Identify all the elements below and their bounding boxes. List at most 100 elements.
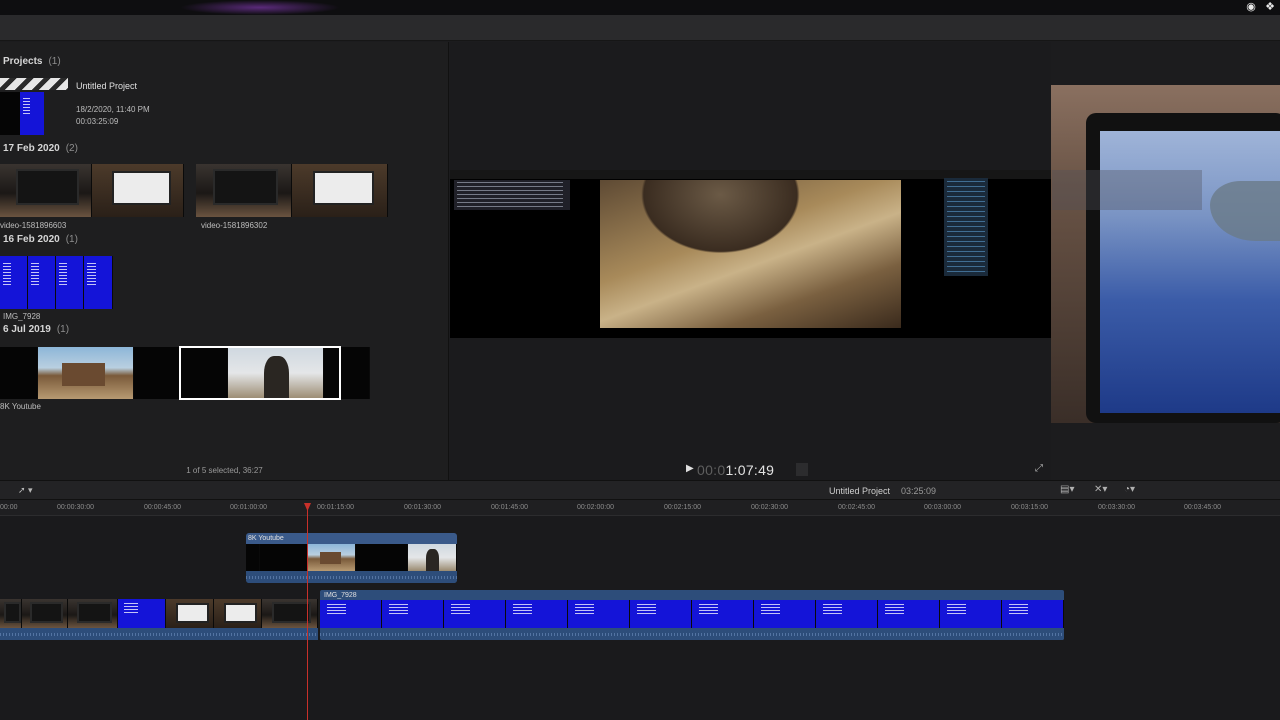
clip-name: video-1581896302 xyxy=(201,221,268,230)
project-thumbnail[interactable] xyxy=(0,78,68,135)
project-frame xyxy=(20,92,44,135)
wagon-wheel-video xyxy=(600,180,901,328)
menu-bar: ◉ ❖ xyxy=(0,0,1280,15)
effects-icon[interactable]: ✕▾ xyxy=(1094,484,1107,495)
clip-filmstrip xyxy=(0,599,318,628)
section-title: 6 Jul 2019 xyxy=(3,324,51,335)
viewer-frame[interactable] xyxy=(450,170,1051,338)
timeline-toolbar: ➚ ▾ Untitled Project 03:25:09 ▤▾ ✕▾ ◔▾ xyxy=(0,480,1280,500)
clip-frame xyxy=(92,164,184,217)
project-date: 18/2/2020, 11:40 PM xyxy=(76,105,150,114)
clip-selection-range[interactable] xyxy=(179,346,341,400)
app-toolbar xyxy=(0,15,1280,41)
clip-filmstrip xyxy=(320,600,1064,628)
clip-frame xyxy=(134,347,180,399)
clip-frame xyxy=(38,347,134,399)
camera-preview-image xyxy=(1051,85,1280,423)
clip-frame xyxy=(118,599,166,628)
clip-filmstrip xyxy=(246,544,457,571)
fullscreen-icon[interactable]: ⤢ xyxy=(1035,463,1043,474)
clip-frame xyxy=(22,599,68,628)
timeline-ruler[interactable]: 00:00 00:00:30:00 00:00:45:00 00:01:00:0… xyxy=(0,500,1280,516)
timecode-value: 1:07:49 xyxy=(725,462,775,478)
project-frame xyxy=(0,92,20,135)
select-tool-icon[interactable]: ➚ ▾ xyxy=(18,485,33,496)
clip-title: IMG_7928 xyxy=(324,592,357,599)
speed-icon[interactable]: ◔▾ xyxy=(1124,484,1135,495)
timecode-display[interactable]: 00:01:07:49 xyxy=(697,462,774,478)
clip-name: 8K Youtube xyxy=(0,402,41,411)
ruler-label: 00:02:15:00 xyxy=(664,504,701,511)
clip-frame xyxy=(382,600,444,628)
project-name: Untitled Project xyxy=(76,81,138,91)
section-header-17-feb[interactable]: 17 Feb 2020 (2) xyxy=(3,143,78,154)
section-header-projects[interactable]: Projects (1) xyxy=(3,56,61,67)
clip-thumbnail-img[interactable] xyxy=(0,256,113,309)
clip-frame xyxy=(56,256,84,309)
ruler-label: 00:03:15:00 xyxy=(1011,504,1048,511)
timeline-project-duration: 03:25:09 xyxy=(901,486,937,496)
section-header-16-feb[interactable]: 16 Feb 2020 (1) xyxy=(3,234,78,245)
viewer xyxy=(450,42,1051,480)
timeline-project-name: Untitled Project xyxy=(829,486,891,496)
menu-bar-glow xyxy=(180,0,340,15)
clip-frame xyxy=(28,256,56,309)
clip-frame xyxy=(356,544,408,571)
section-count: (1) xyxy=(65,234,78,245)
ruler-label: 00:02:30:00 xyxy=(751,504,788,511)
clip-frame xyxy=(1002,600,1064,628)
clip-frame xyxy=(196,164,292,217)
viewer-controls: ▶ 00:01:07:49 ⤢ xyxy=(450,460,1051,480)
clip-frame xyxy=(444,600,506,628)
clip-frame xyxy=(754,600,816,628)
clip-frame xyxy=(630,600,692,628)
primary-clip-video[interactable] xyxy=(0,599,318,640)
clip-frame xyxy=(68,599,118,628)
dropbox-icon[interactable]: ❖ xyxy=(1264,1,1276,13)
ruler-label: 00:03:30:00 xyxy=(1098,504,1135,511)
section-count: (1) xyxy=(56,324,70,335)
play-icon[interactable]: ▶ xyxy=(686,463,694,474)
connected-clip[interactable]: 8K Youtube xyxy=(246,533,457,583)
clapperboard-icon xyxy=(0,78,68,90)
event-browser: Projects (1) Untitled Project 18/2/2020, … xyxy=(0,42,449,480)
clip-frame xyxy=(260,544,308,571)
project-duration: 00:03:25:09 xyxy=(76,117,119,126)
stats-overlay xyxy=(454,180,570,210)
ruler-label: 00:02:00:00 xyxy=(577,504,614,511)
primary-clip-img[interactable]: IMG_7928 xyxy=(320,590,1064,640)
clip-thumbnail-video-b[interactable] xyxy=(196,164,388,217)
ruler-label: 00:01:30:00 xyxy=(404,504,441,511)
clip-frame xyxy=(0,164,92,217)
clip-frame xyxy=(506,600,568,628)
clip-thumbnail-video-a[interactable] xyxy=(0,164,184,217)
section-header-6-jul[interactable]: 6 Jul 2019 (1) xyxy=(3,324,69,335)
clip-title: 8K Youtube xyxy=(248,535,284,542)
audio-meter-icon[interactable] xyxy=(796,463,808,476)
ruler-label: 00:01:15:00 xyxy=(317,504,354,511)
final-cut-window: ◉ ❖ Projects (1) Untitled Project 18/2/20… xyxy=(0,0,1280,720)
record-icon[interactable]: ◉ xyxy=(1245,1,1257,13)
clip-frame xyxy=(940,600,1002,628)
timecode-dim: 00:0 xyxy=(697,462,726,478)
clip-frame xyxy=(308,544,356,571)
clip-frame xyxy=(246,544,260,571)
ruler-label: 00:00 xyxy=(0,504,18,511)
side-stats-panel xyxy=(944,178,988,276)
browser-footer: 1 of 5 selected, 36:27 xyxy=(0,462,449,480)
audio-waveform xyxy=(320,628,1064,640)
ruler-label: 00:03:45:00 xyxy=(1184,504,1221,511)
playhead[interactable] xyxy=(307,503,308,720)
ruler-label: 00:00:45:00 xyxy=(144,504,181,511)
selection-status: 1 of 5 selected, 36:27 xyxy=(186,466,263,475)
laptop-image xyxy=(1086,113,1280,423)
clip-appearance-icon[interactable]: ▤▾ xyxy=(1060,484,1074,495)
clip-frame xyxy=(408,544,457,571)
clip-frame xyxy=(0,599,22,628)
ruler-label: 00:01:45:00 xyxy=(491,504,528,511)
ruler-label: 00:01:00:00 xyxy=(230,504,267,511)
clip-frame xyxy=(692,600,754,628)
audio-waveform xyxy=(246,571,457,583)
clip-name: IMG_7928 xyxy=(3,312,41,321)
clip-frame xyxy=(292,164,388,217)
